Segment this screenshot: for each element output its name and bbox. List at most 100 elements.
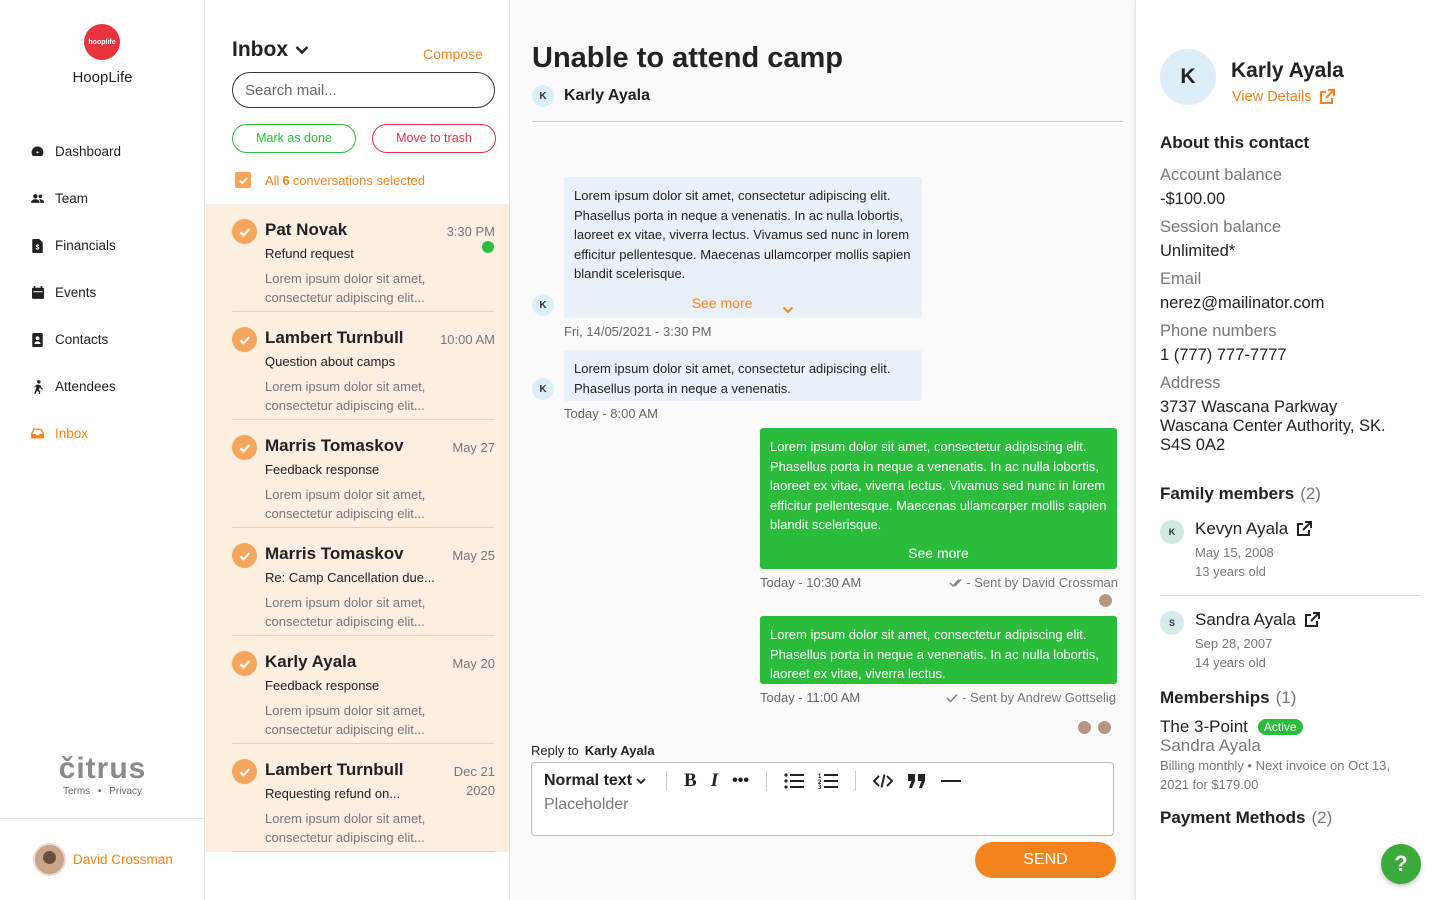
conversation-sender: Pat Novak (265, 220, 348, 239)
message-avatar: K (532, 378, 554, 400)
privacy-link[interactable]: Privacy (109, 786, 142, 797)
message-text: Lorem ipsum dolor sit amet, consectetur … (770, 439, 1107, 532)
conversation-item[interactable]: Pat Novak Refund request Lorem ipsum dol… (232, 204, 495, 312)
inbox-title[interactable]: Inbox (232, 38, 309, 62)
contact-name: Karly Ayala (1231, 59, 1344, 82)
selected-check-icon[interactable] (232, 219, 257, 244)
move-to-trash-button[interactable]: Move to trash (372, 124, 496, 153)
nav-item-attendees[interactable]: Attendees (0, 363, 204, 410)
bold-icon[interactable]: B (684, 770, 697, 792)
payment-methods-heading: Payment Methods (2) (1160, 808, 1332, 828)
more-options-icon[interactable]: ••• (732, 772, 749, 790)
view-details-label: View Details (1232, 89, 1312, 105)
conversation-list-pane: Inbox Compose Mark as done Move to trash… (206, 0, 510, 900)
nav-item-dashboard[interactable]: Dashboard (0, 128, 204, 175)
reply-to-name: Karly Ayala (584, 743, 655, 758)
mark-done-button[interactable]: Mark as done (232, 124, 356, 153)
conversation-subject: Feedback response (265, 678, 380, 693)
terms-link[interactable]: Terms (63, 786, 90, 797)
nav-item-events[interactable]: Events (0, 269, 204, 316)
nav-item-team[interactable]: Team (0, 175, 204, 222)
nav-item-contacts[interactable]: Contacts (0, 316, 204, 363)
conversation-time: May 25 (452, 548, 495, 563)
nav-label: Attendees (55, 379, 116, 394)
address-line2: Wascana Center Authority, SK. (1160, 417, 1386, 435)
nav-label: Financials (55, 238, 116, 253)
see-more-link[interactable]: See more (574, 294, 912, 314)
numbered-list-icon[interactable]: 123 (818, 773, 838, 789)
view-details-link[interactable]: View Details (1232, 89, 1335, 105)
conversation-sender: Marris Tomaskov (265, 436, 404, 455)
compose-link[interactable]: Compose (423, 46, 483, 62)
code-icon[interactable] (872, 774, 893, 788)
external-link-icon (1319, 89, 1335, 104)
payment-count: (2) (1311, 808, 1333, 827)
toolbar-divider (666, 771, 668, 791)
sender-avatar: K (532, 85, 554, 107)
conversation-subject: Question about camps (265, 354, 396, 369)
address-line3: S4S 0A2 (1160, 436, 1226, 454)
hooplife-logo[interactable]: hooplife (84, 24, 120, 60)
conversation-item[interactable]: Lambert Turnbull Question about camps Lo… (232, 312, 495, 420)
conversation-item[interactable]: Lambert Turnbull Requesting refund on...… (232, 744, 495, 852)
see-more-link[interactable]: See more (770, 544, 1107, 564)
nav-label: Events (55, 285, 97, 300)
send-button[interactable]: SEND (975, 842, 1116, 878)
current-user[interactable]: David Crossman (0, 818, 204, 900)
incoming-message: Lorem ipsum dolor sit amet, consectetur … (564, 350, 922, 401)
selected-check-icon[interactable] (232, 435, 257, 460)
conversation-time: 10:00 AM (440, 332, 495, 347)
conversation-item[interactable]: Marris Tomaskov Re: Camp Cancellation du… (232, 528, 495, 636)
select-all[interactable]: All 6 conversations selected (235, 172, 425, 188)
conversation-sender: Karly Ayala (265, 652, 357, 671)
svg-text:$: $ (36, 244, 40, 251)
select-all-checkbox[interactable] (235, 172, 251, 188)
membership-name: The 3-Point Active (1160, 717, 1303, 737)
nav-item-financials[interactable]: $ Financials (0, 222, 204, 269)
sender-name[interactable]: Karly Ayala (564, 87, 650, 105)
conversation-sender: Lambert Turnbull (265, 760, 404, 779)
reply-editor[interactable]: Normal text B I ••• 123 Placeholder (531, 762, 1114, 836)
help-button[interactable]: ? (1381, 844, 1421, 884)
conversation-item[interactable]: Karly Ayala Feedback response Lorem ipsu… (232, 636, 495, 744)
reader-avatar (1097, 720, 1112, 735)
phone-label: Phone numbers (1160, 322, 1277, 340)
family-title: Family members (1160, 484, 1295, 503)
dashboard-icon (31, 145, 44, 158)
family-member-label: Kevyn Ayala (1195, 519, 1289, 538)
search-input[interactable] (232, 72, 495, 108)
account-balance-value: -$100.00 (1160, 190, 1226, 208)
nav-label: Team (55, 191, 89, 206)
brand-name: HoopLife (72, 69, 133, 86)
family-member-name[interactable]: Kevyn Ayala (1195, 519, 1313, 539)
conversation-item[interactable]: Marris Tomaskov Feedback response Lorem … (232, 420, 495, 528)
selected-check-icon[interactable] (232, 327, 257, 352)
footer-links: Terms • Privacy (0, 786, 205, 797)
quote-icon[interactable] (907, 773, 927, 789)
memberships-title: Memberships (1160, 688, 1270, 707)
message-text: Lorem ipsum dolor sit amet, consectetur … (574, 361, 891, 396)
email-value[interactable]: nerez@mailinator.com (1160, 294, 1324, 313)
inbox-title-text: Inbox (232, 38, 288, 61)
conversation-preview: Lorem ipsum dolor sit amet, consectetur … (265, 703, 426, 737)
nav-item-inbox[interactable]: Inbox (0, 410, 204, 457)
text-format-select[interactable]: Normal text (544, 772, 646, 790)
phone-value[interactable]: 1 (777) 777-7777 (1160, 346, 1287, 365)
horizontal-rule-icon[interactable] (940, 779, 961, 783)
message-time: Today - 10:30 AM (760, 575, 862, 590)
conversation-subject: Refund request (265, 246, 354, 261)
italic-icon[interactable]: I (711, 770, 718, 792)
reply-placeholder[interactable]: Placeholder (544, 796, 629, 814)
family-member-avatar: K (1160, 520, 1184, 544)
main-nav: Dashboard Team $ Financials Events Conta… (0, 128, 204, 457)
selected-check-icon[interactable] (232, 543, 257, 568)
bullet-list-icon[interactable] (784, 773, 804, 789)
family-count: (2) (1300, 484, 1321, 503)
family-member-name[interactable]: Sandra Ayala (1195, 610, 1320, 630)
reader-avatar (1077, 720, 1092, 735)
nav-label: Contacts (55, 332, 109, 347)
message-thread: Unable to attend camp K Karly Ayala K Lo… (511, 0, 1135, 900)
selected-check-icon[interactable] (232, 759, 257, 784)
nav-label: Inbox (55, 426, 89, 441)
selected-check-icon[interactable] (232, 651, 257, 676)
